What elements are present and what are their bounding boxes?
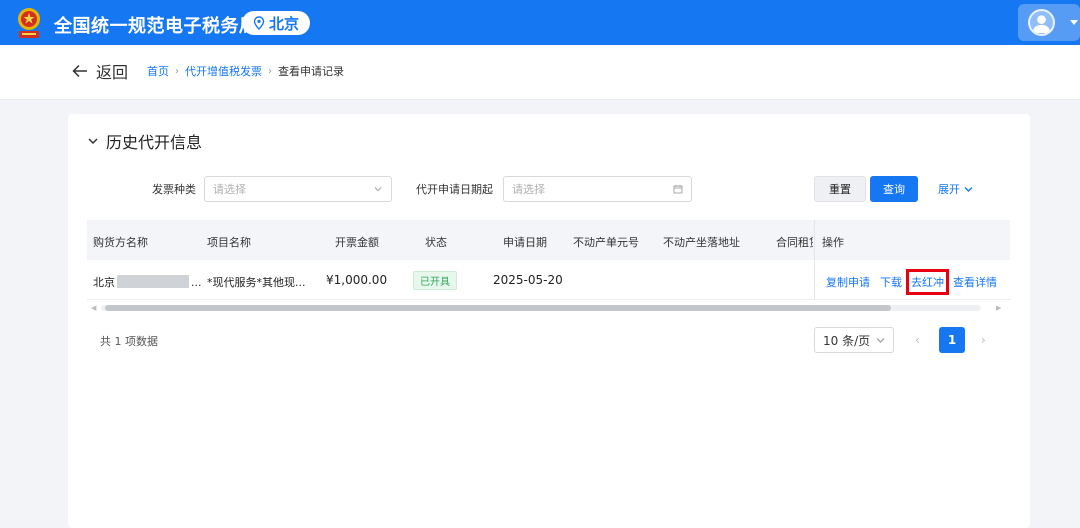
status-badge: 已开具 (413, 271, 457, 290)
scroll-thumb[interactable] (105, 305, 891, 311)
region-label: 北京 (268, 14, 299, 33)
col-buyer: 购货方名称 (93, 236, 148, 249)
chevron-down-icon (876, 338, 885, 343)
col-actions: 操作 (822, 236, 844, 249)
user-menu[interactable] (1018, 4, 1080, 41)
back-button[interactable]: 返回 (72, 59, 128, 83)
chevron-down-icon (964, 186, 973, 192)
history-card: 历史代开信息 发票种类 请选择 代开申请日期起 请选择 重置 查询 展开 购货方… (68, 114, 1030, 528)
col-unit-no: 不动产单元号 (573, 236, 639, 249)
apply-date-placeholder: 请选择 (512, 183, 545, 196)
prev-page-icon[interactable]: ‹ (915, 333, 920, 347)
next-page-icon[interactable]: › (981, 333, 986, 347)
expand-button[interactable]: 展开 (938, 181, 973, 197)
breadcrumb-home[interactable]: 首页 (147, 63, 169, 79)
red-flush-link[interactable]: 去红冲 (906, 269, 949, 295)
chevron-down-icon (374, 187, 382, 192)
apply-date-picker[interactable]: 请选择 (503, 176, 692, 202)
breadcrumb-invoice[interactable]: 代开增值税发票 (185, 63, 262, 79)
tax-emblem-icon (18, 8, 40, 38)
query-button[interactable]: 查询 (870, 176, 918, 202)
page-size-value: 10 条/页 (823, 333, 871, 348)
col-amount: 开票金额 (335, 236, 379, 249)
chevron-right-icon: › (268, 65, 272, 77)
chevron-right-icon: › (175, 65, 179, 77)
action-cell: 复制申请 下载 去红冲 查看详情 (815, 260, 1011, 300)
page-number-current[interactable]: 1 (939, 327, 965, 353)
scroll-left-icon[interactable]: ◀ (91, 304, 96, 312)
view-detail-link[interactable]: 查看详情 (953, 274, 997, 290)
caret-down-icon (1070, 20, 1078, 25)
amount-cell: ¥1,000.00 (326, 273, 388, 287)
action-column: 操作 复制申请 下载 去红冲 查看详情 (814, 220, 1011, 300)
avatar (1028, 9, 1055, 36)
chevron-down-icon (88, 138, 98, 145)
redacted-block (117, 275, 189, 288)
col-item: 项目名称 (207, 236, 251, 249)
col-apply-date: 申请日期 (503, 236, 547, 249)
section-title-toggle[interactable]: 历史代开信息 (88, 129, 202, 153)
breadcrumb: 首页 › 代开增值税发票 › 查看申请记录 (147, 63, 344, 79)
invoice-type-select[interactable]: 请选择 (204, 176, 392, 202)
arrow-left-icon (72, 64, 87, 78)
breadcrumb-bar: 返回 首页 › 代开增值税发票 › 查看申请记录 (0, 45, 1080, 100)
invoice-type-placeholder: 请选择 (213, 183, 246, 196)
location-pin-icon (253, 16, 265, 30)
item-cell: *现代服务*其他现... (207, 276, 306, 289)
top-header: 全国统一规范电子税务局 北京 (0, 0, 1080, 45)
col-address: 不动产坐落地址 (663, 236, 740, 249)
breadcrumb-current: 查看申请记录 (278, 65, 344, 78)
buyer-suffix: ... (191, 276, 202, 289)
section-title: 历史代开信息 (106, 133, 203, 152)
apply-date-label: 代开申请日期起 (416, 183, 493, 196)
back-label: 返回 (96, 63, 129, 82)
table-horizontal-scrollbar[interactable]: ◀ ▶ (87, 304, 1010, 312)
download-link[interactable]: 下载 (880, 274, 902, 290)
calendar-icon (673, 185, 683, 194)
apply-date-cell: 2025-05-20 (493, 273, 563, 287)
page-size-select[interactable]: 10 条/页 (814, 327, 894, 353)
buyer-prefix: 北京 (93, 276, 115, 289)
col-status: 状态 (425, 236, 447, 249)
buyer-cell: 北京... (93, 274, 202, 290)
col-lease: 合同租赁 (776, 236, 813, 249)
total-count: 共 1 项数据 (100, 335, 158, 348)
app-title: 全国统一规范电子税务局 (54, 16, 258, 37)
invoice-type-label: 发票种类 (152, 183, 196, 196)
scroll-right-icon[interactable]: ▶ (996, 304, 1001, 312)
region-selector[interactable]: 北京 (242, 11, 310, 35)
expand-label: 展开 (938, 183, 960, 196)
copy-apply-link[interactable]: 复制申请 (826, 274, 870, 290)
reset-button[interactable]: 重置 (814, 176, 866, 202)
user-icon (1032, 15, 1051, 34)
